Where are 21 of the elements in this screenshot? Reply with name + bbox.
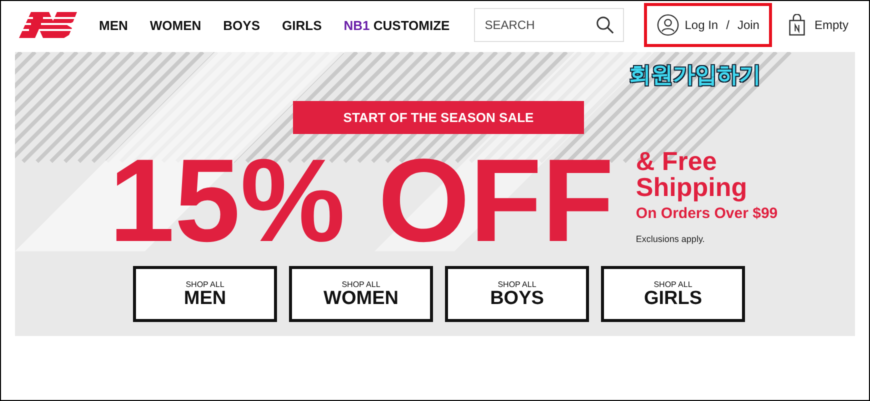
- join-text: Join: [737, 18, 760, 32]
- sale-label: START OF THE SEASON SALE: [293, 101, 584, 134]
- login-link[interactable]: Log In / Join: [644, 3, 772, 47]
- search-field[interactable]: SEARCH: [474, 8, 624, 42]
- offer-text: & Free Shipping: [636, 148, 748, 200]
- condition-text: On Orders Over $99: [636, 205, 779, 222]
- nav-link[interactable]: MEN: [99, 18, 128, 32]
- separator-text: /: [726, 18, 730, 32]
- discount-headline: 15% OFF: [109, 142, 614, 260]
- nav-link[interactable]: GIRLS: [282, 18, 322, 32]
- login-text: Log In: [684, 18, 718, 32]
- shop-button[interactable]: SHOP ALL GIRLS: [601, 266, 745, 322]
- nav-link[interactable]: WOMEN: [150, 18, 202, 32]
- nav-link[interactable]: BOYS: [223, 18, 260, 32]
- shop-button[interactable]: SHOP ALL WOMEN: [289, 266, 433, 322]
- cart-status[interactable]: Empty: [814, 18, 848, 32]
- shop-button[interactable]: SHOP ALL BOYS: [445, 266, 589, 322]
- exclusions-note: Exclusions apply.: [636, 234, 706, 244]
- shop-button[interactable]: SHOP ALL MEN: [133, 266, 277, 322]
- annotation-text: 회원가입하기: [629, 62, 761, 90]
- nav-link[interactable]: NB1 CUSTOMIZE: [344, 18, 450, 32]
